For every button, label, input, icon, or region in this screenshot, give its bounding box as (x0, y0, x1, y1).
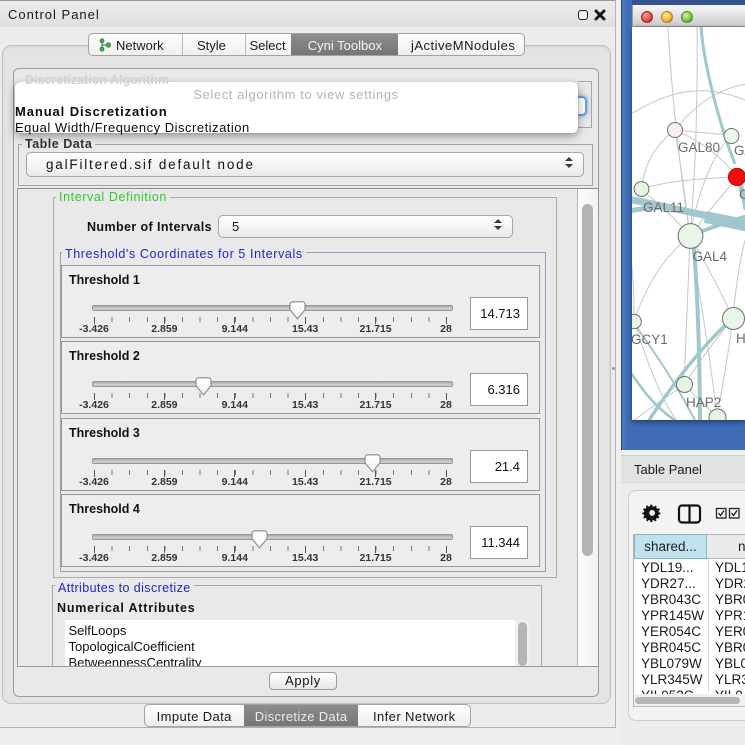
svg-text:C: C (739, 187, 745, 202)
svg-text:HAP2: HAP2 (686, 395, 721, 410)
svg-text:H: H (736, 331, 745, 346)
svg-text:GA: GA (734, 143, 745, 158)
svg-text:GAL4: GAL4 (693, 249, 728, 264)
svg-text:GCY1: GCY1 (632, 332, 668, 347)
svg-text:GAL11: GAL11 (643, 200, 684, 215)
svg-text:GAL80: GAL80 (678, 140, 720, 155)
